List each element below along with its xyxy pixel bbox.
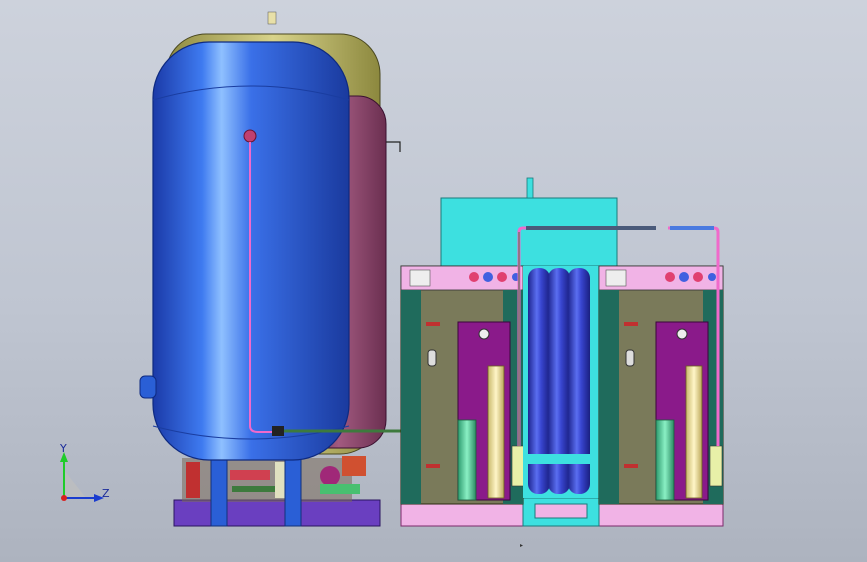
z-axis-label: Z bbox=[102, 487, 110, 500]
origin-marker bbox=[61, 495, 67, 501]
left-cabinet[interactable] bbox=[400, 265, 525, 505]
y-axis-label: Y bbox=[59, 442, 67, 455]
cad-viewport[interactable]: Y Z ▸ bbox=[0, 0, 867, 562]
adsorption-columns[interactable] bbox=[523, 266, 599, 498]
assembly-model-view[interactable]: Y Z bbox=[0, 0, 867, 562]
axis-triad: Y Z bbox=[59, 442, 110, 502]
top-cyan-box[interactable] bbox=[440, 177, 618, 267]
main-blue-tank[interactable] bbox=[139, 41, 350, 461]
cursor-icon: ▸ bbox=[520, 542, 524, 549]
tank-base-frame[interactable] bbox=[173, 455, 381, 527]
right-cabinet[interactable] bbox=[598, 265, 724, 505]
